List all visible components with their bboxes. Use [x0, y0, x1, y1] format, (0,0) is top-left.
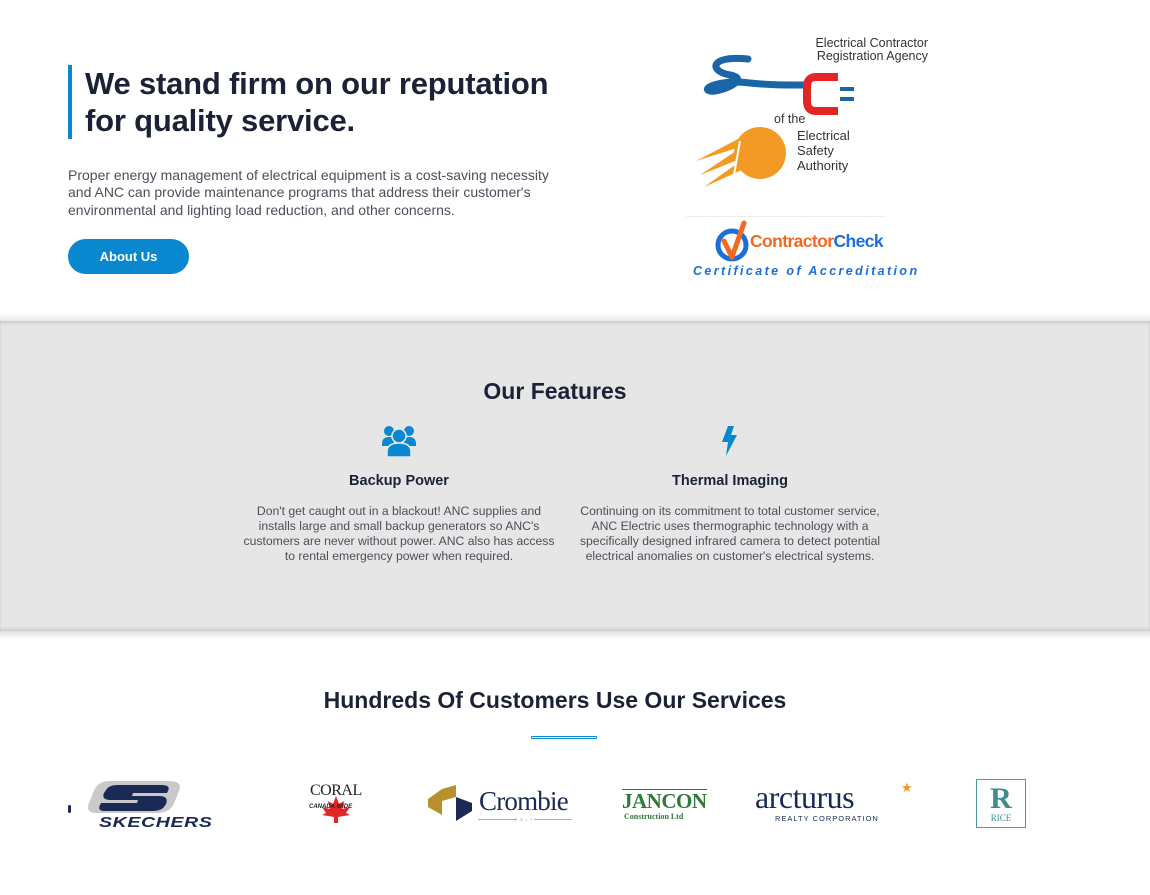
customer-logo-rice: R RICE	[976, 779, 1026, 828]
feature-backup-power: Backup Power Don't get caught out in a b…	[239, 421, 559, 564]
customer-logo-skechers: SKECHERS	[85, 779, 250, 831]
arcturus-subtitle: REALTY CORPORATION	[775, 814, 879, 823]
ecra-line-2: Registration Agency	[816, 49, 928, 63]
feature-description: Don't get caught out in a blackout! ANC …	[243, 504, 555, 563]
esa-line-1: Electrical	[797, 128, 850, 143]
contractor-check-name-part2: Check	[833, 231, 883, 251]
hero-section: We stand firm on our reputation for qual…	[0, 0, 1150, 321]
contractor-check-name-part1: Contractor	[750, 231, 834, 251]
skechers-s-mark	[88, 781, 180, 813]
coral-wordmark: CORAL	[310, 782, 362, 799]
crombie-subtitle: REIT	[514, 817, 536, 822]
crombie-mark	[428, 785, 472, 821]
hero-title: We stand firm on our reputation for qual…	[85, 66, 549, 138]
customer-logo-crombie: Crombie REIT	[428, 785, 578, 825]
section-shadow	[0, 631, 1150, 639]
customer-logo-arcturus: arcturus ★ REALTY CORPORATION	[755, 779, 915, 828]
contractor-check-name: ContractorCheck	[750, 231, 884, 252]
about-us-button[interactable]: About Us	[68, 239, 189, 274]
feature-title: Backup Power	[349, 473, 449, 489]
divider	[686, 216, 886, 217]
ecra-esa-logo: Electrical Contractor Registration Agenc…	[690, 35, 935, 195]
ecra-title: Electrical Contractor Registration Agenc…	[768, 37, 928, 63]
feature-icon-wrap	[570, 421, 890, 461]
feature-icon-wrap	[239, 421, 559, 461]
coral-subtitle: CANADA WIDE	[309, 804, 353, 810]
features-section: Our Features Backup Power Don't get caug…	[0, 321, 1150, 631]
feature-thermal-imaging: Thermal Imaging Continuing on its commit…	[570, 421, 890, 564]
esa-line-3: Authority	[797, 158, 849, 173]
checkmark-circle-icon	[715, 220, 749, 262]
rice-mark: R	[990, 782, 1012, 815]
contractor-check-logo: ContractorCheck Certificate of Accredita…	[686, 213, 936, 283]
jancon-wordmark: JANCON	[622, 789, 707, 813]
users-icon	[382, 426, 416, 458]
esa-title: Electrical Safety Authority	[797, 128, 850, 173]
hero-title-block: We stand firm on our reputation for qual…	[68, 65, 565, 139]
hero-description: Proper energy management of electrical e…	[68, 167, 549, 218]
lightning-bolt-icon	[722, 426, 737, 456]
customers-title: Hundreds Of Customers Use Our Services	[323, 687, 787, 713]
rice-wordmark: RICE	[990, 813, 1012, 823]
features-title: Our Features	[483, 378, 627, 404]
star-icon: ★	[901, 780, 913, 795]
feature-title: Thermal Imaging	[671, 473, 789, 489]
section-shadow	[0, 313, 1150, 321]
arcturus-wordmark: arcturus	[755, 779, 855, 815]
title-underline	[531, 736, 597, 739]
esa-line-2: Safety	[797, 143, 834, 158]
ecra-of-the: of the	[774, 112, 806, 126]
customer-logo-coral: CORAL CANADA WIDE	[300, 780, 370, 830]
contractor-check-subtitle: Certificate of Accreditation	[693, 264, 920, 278]
feature-description: Continuing on its commitment to total cu…	[579, 504, 881, 563]
jancon-subtitle: Construction Ltd	[624, 812, 684, 821]
carousel-edge-fragment	[68, 805, 71, 813]
customer-logo-jancon: JANCON Construction Ltd	[622, 788, 712, 824]
crombie-wordmark: Crombie	[479, 786, 569, 816]
skechers-wordmark: SKECHERS	[99, 814, 213, 831]
